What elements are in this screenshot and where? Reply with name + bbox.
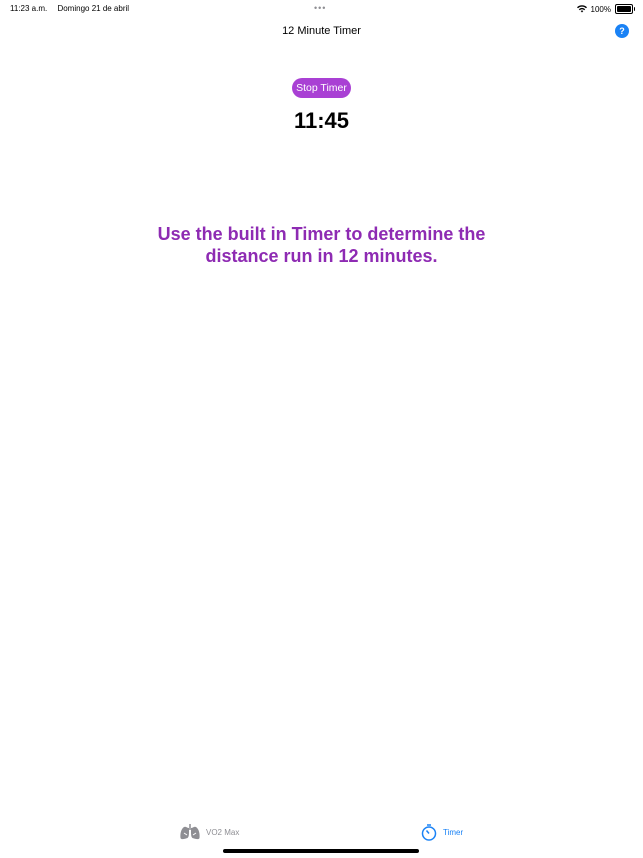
tab-bar: VO2 Max Timer <box>0 818 643 848</box>
home-indicator[interactable] <box>223 849 419 853</box>
status-right: 100% <box>576 4 635 14</box>
multitasking-dots-icon[interactable]: ••• <box>314 3 326 13</box>
battery-icon <box>615 4 635 14</box>
lungs-icon <box>180 824 200 840</box>
tab-vo2-max-label: VO2 Max <box>206 827 240 837</box>
status-left: 11:23 a.m. Domingo 21 de abril <box>10 4 137 13</box>
screen: 11:23 a.m. Domingo 21 de abril ••• 100% … <box>0 0 643 858</box>
status-bar: 11:23 a.m. Domingo 21 de abril ••• 100% <box>0 0 643 16</box>
page-title: 12 Minute Timer <box>282 25 361 37</box>
tab-timer-label: Timer <box>443 828 464 837</box>
battery-fill <box>617 6 631 12</box>
timer-display: 11:45 <box>293 108 350 133</box>
help-button[interactable]: ? <box>615 24 629 38</box>
timer-icon <box>421 824 437 841</box>
battery-percent: 100% <box>590 4 611 14</box>
status-time: 11:23 a.m. <box>10 4 48 13</box>
wifi-icon <box>576 5 587 13</box>
stop-timer-button[interactable]: Stop Timer <box>292 78 351 98</box>
tab-timer[interactable]: Timer <box>421 824 463 841</box>
status-date: Domingo 21 de abril <box>57 4 130 13</box>
instruction-text: Use the built in Timer to determine the … <box>157 224 486 266</box>
tab-vo2-max[interactable]: VO2 Max <box>180 824 239 840</box>
